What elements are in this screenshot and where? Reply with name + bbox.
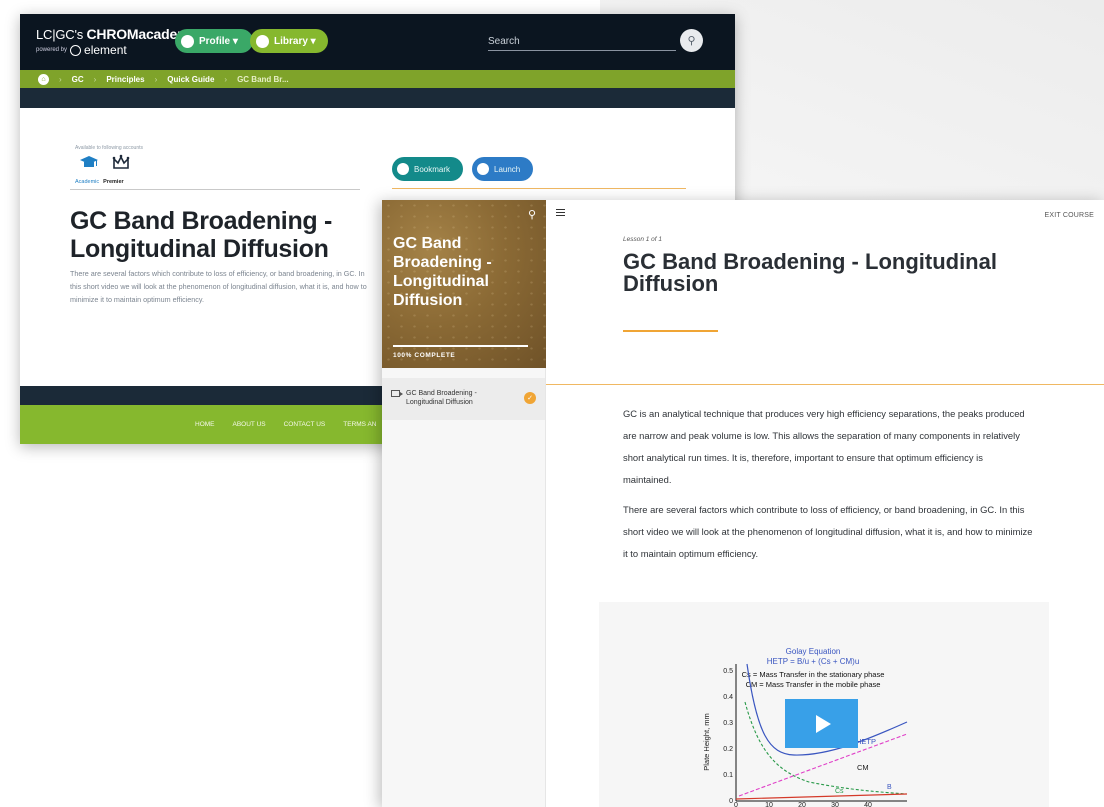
x-tick-labels: 0 10 20 30 40 — [734, 802, 872, 807]
exit-course-button[interactable]: EXIT COURSE — [1044, 212, 1094, 219]
course-hero: ⚲ GC Band Broadening - Longitudinal Diff… — [382, 200, 546, 368]
profile-menu-button[interactable]: Profile ▾ — [175, 29, 253, 53]
page-title: GC Band Broadening - Longitudinal Diffus… — [70, 207, 333, 263]
breadcrumb: ⌂ › GC › Principles › Quick Guide › GC B… — [20, 70, 735, 88]
check-icon: ✓ — [524, 392, 536, 404]
y-tick: 0.1 — [723, 772, 733, 779]
user-icon — [181, 34, 194, 48]
chart-equation: HETP = B/u + (Cs + CM)u — [767, 657, 860, 666]
sub-header-strip — [20, 88, 735, 108]
y-tick-labels: 0 0.1 0.2 0.3 0.4 0.5 — [723, 668, 733, 805]
breadcrumb-gc[interactable]: GC — [72, 75, 84, 84]
y-axis-label: Plate Height, mm — [702, 713, 711, 771]
label-b: B — [887, 784, 892, 791]
book-icon — [256, 34, 269, 48]
divider — [70, 189, 360, 190]
rocket-icon — [477, 163, 489, 175]
breadcrumb-current: GC Band Br... — [237, 74, 289, 84]
label-hetp: HETP — [856, 737, 876, 746]
top-nav-bar: LC|GC's CHROMacademy powered by element P… — [20, 14, 735, 70]
title-accent — [623, 330, 718, 332]
cs-line — [735, 793, 908, 800]
footer-terms-link[interactable]: TERMS AN — [343, 421, 376, 428]
play-button[interactable] — [785, 699, 858, 748]
lesson-content: EXIT COURSE Lesson 1 of 1 GC Band Broade… — [546, 200, 1104, 807]
y-tick: 0.4 — [723, 694, 733, 701]
lesson-item[interactable]: GC Band Broadening - Longitudinal Diffus… — [382, 378, 545, 420]
play-icon — [816, 714, 831, 733]
available-accounts-label: Available to following accounts — [75, 145, 144, 151]
launch-button[interactable]: Launch — [472, 157, 533, 181]
lesson-title: GC Band Broadening - Longitudinal Diffus… — [623, 249, 997, 296]
bookmark-icon — [397, 163, 409, 175]
footer-home-link[interactable]: HOME — [195, 421, 215, 428]
hamburger-menu-icon[interactable] — [556, 209, 565, 216]
graduation-cap-icon — [80, 156, 98, 167]
lesson-label: GC Band Broadening - Longitudinal Diffus… — [406, 390, 477, 406]
progress-label: 100% COMPLETE — [393, 352, 456, 359]
lesson-paragraph: GC is an analytical technique that produ… — [623, 408, 1025, 485]
x-tick: 10 — [765, 802, 773, 807]
academic-label: Academic — [75, 179, 100, 185]
home-icon[interactable]: ⌂ — [38, 73, 49, 85]
divider — [546, 384, 1104, 385]
x-tick: 30 — [831, 802, 839, 807]
site-logo[interactable]: LC|GC's CHROMacademy powered by element — [36, 26, 197, 57]
footer-contact-link[interactable]: CONTACT US — [284, 421, 326, 428]
element-logo-icon — [70, 44, 82, 56]
video-player[interactable]: Golay Equation HETP = B/u + (Cs + CM)u C… — [599, 602, 1049, 807]
y-tick: 0.2 — [723, 746, 733, 753]
bookmark-button[interactable]: Bookmark — [392, 157, 463, 181]
breadcrumb-principles[interactable]: Principles — [106, 75, 144, 84]
x-tick: 0 — [734, 802, 738, 807]
search-icon[interactable]: ⚲ — [680, 29, 703, 52]
divider — [392, 188, 686, 189]
breadcrumb-quick-guide[interactable]: Quick Guide — [167, 75, 214, 84]
course-title: GC Band Broadening - Longitudinal Diffus… — [393, 235, 492, 309]
chart-legend-cs: Cs = Mass Transfer in the stationary pha… — [742, 670, 885, 679]
y-tick: 0.5 — [723, 668, 733, 675]
progress-bar — [393, 345, 528, 347]
lesson-paragraph: There are several factors which contribu… — [623, 504, 1033, 559]
course-player-window: ⚲ GC Band Broadening - Longitudinal Diff… — [382, 200, 1104, 807]
label-cm: CM — [857, 763, 869, 772]
x-tick: 20 — [798, 802, 806, 807]
chart-legend-cm: CM = Mass Transfer in the mobile phase — [746, 680, 881, 689]
x-tick: 40 — [864, 802, 872, 807]
page-description: There are several factors which contribu… — [70, 269, 367, 304]
crown-icon — [112, 154, 130, 169]
y-tick: 0.3 — [723, 720, 733, 727]
label-cs: Cs — [835, 788, 844, 795]
lesson-counter: Lesson 1 of 1 — [623, 236, 663, 243]
search-input[interactable]: Search — [488, 36, 676, 51]
y-tick: 0 — [729, 798, 733, 805]
chart-title: Golay Equation — [786, 647, 841, 656]
search-icon[interactable]: ⚲ — [528, 208, 536, 221]
premier-label: Premier — [103, 179, 124, 185]
footer-about-link[interactable]: ABOUT US — [233, 421, 266, 428]
course-sidebar: ⚲ GC Band Broadening - Longitudinal Diff… — [382, 200, 546, 807]
video-camera-icon — [391, 390, 403, 397]
library-menu-button[interactable]: Library ▾ — [250, 29, 328, 53]
